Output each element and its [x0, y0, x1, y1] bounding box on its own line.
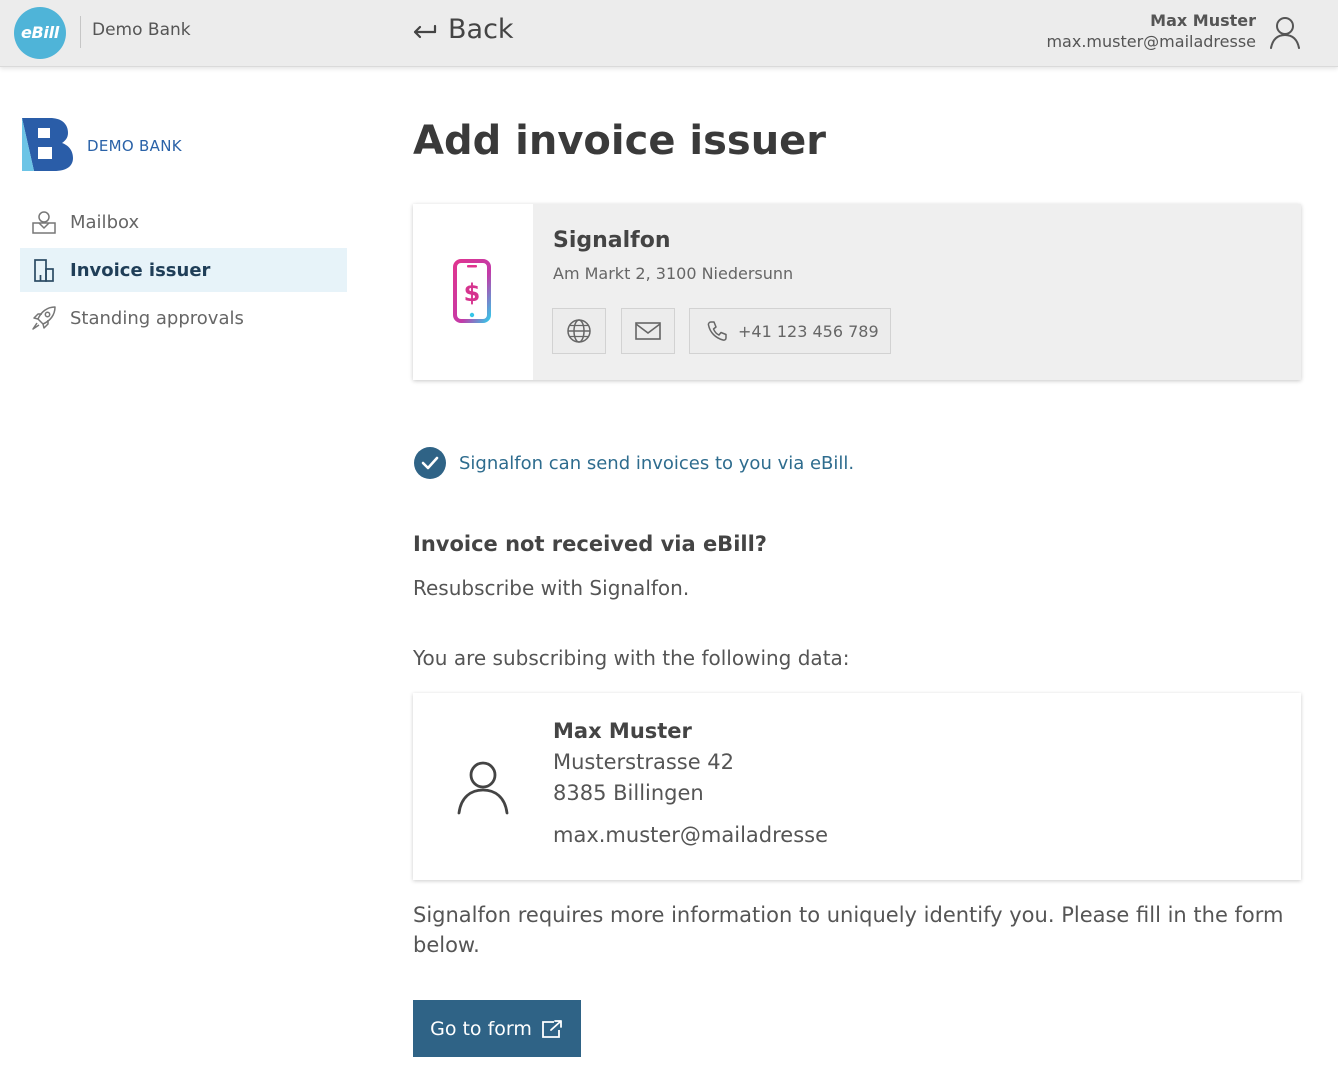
sidebar-item-invoice-issuer[interactable]: Invoice issuer [20, 248, 347, 292]
building-icon [30, 256, 58, 284]
top-bar: eBill Demo Bank Back Max Muster max.must… [0, 0, 1338, 67]
ebill-confirmation: Signalfon can send invoices to you via e… [413, 446, 854, 480]
sidebar-item-label: Mailbox [70, 211, 140, 233]
page-title: Add invoice issuer [413, 118, 827, 164]
section-heading: Invoice not received via eBill? [413, 532, 767, 556]
globe-icon [567, 319, 591, 343]
header-bank-name: Demo Bank [92, 20, 191, 40]
phone-icon [707, 321, 727, 341]
sidebar-item-label: Invoice issuer [70, 259, 211, 281]
subscriber-email: max.muster@mailadresse [553, 823, 829, 847]
sidebar-nav: Mailbox Invoice issuer Standing approval… [20, 200, 347, 344]
subscriber-street: Musterstrasse 42 [553, 750, 735, 774]
sidebar-item-standing-approvals[interactable]: Standing approvals [20, 296, 347, 340]
demo-bank-logo [20, 116, 76, 176]
issuer-name: Signalfon [553, 228, 671, 253]
button-label: Go to form [430, 1017, 532, 1040]
back-label: Back [448, 14, 514, 45]
rocket-icon [30, 304, 58, 332]
sidebar-item-mailbox[interactable]: Mailbox [20, 200, 347, 244]
issuer-logo: $ [413, 204, 533, 380]
issuer-address: Am Markt 2, 3100 Niedersunn [553, 264, 794, 283]
mailbox-icon [30, 208, 58, 236]
header-user-name: Max Muster [1150, 11, 1256, 30]
back-button[interactable]: Back [410, 14, 514, 45]
svg-text:$: $ [464, 279, 481, 307]
confirmation-text: Signalfon can send invoices to you via e… [459, 452, 855, 474]
demo-bank-logo-text: DEMO BANK [87, 137, 182, 155]
user-icon[interactable] [1266, 14, 1304, 56]
issuer-website-button[interactable] [552, 308, 606, 354]
issuer-phone: +41 123 456 789 [738, 321, 879, 341]
header-user-email: max.muster@mailadresse [1046, 32, 1256, 51]
user-icon [453, 757, 513, 821]
envelope-icon [635, 322, 661, 340]
subscriber-city: 8385 Billingen [553, 781, 704, 805]
checkmark-circle-icon [414, 447, 446, 479]
go-to-form-button[interactable]: Go to form [413, 1000, 581, 1057]
phone-dollar-icon: $ [453, 259, 491, 323]
issuer-email-button[interactable] [621, 308, 675, 354]
header-divider [80, 16, 81, 48]
info-text: Signalfon requires more information to u… [413, 903, 1284, 957]
subscribing-label: You are subscribing with the following d… [413, 646, 850, 670]
subscriber-data-card: Max Muster Musterstrasse 42 8385 Billing… [413, 693, 1301, 880]
subscriber-name: Max Muster [553, 719, 692, 743]
ebill-logo[interactable]: eBill [14, 7, 66, 59]
external-link-icon [542, 1019, 562, 1038]
resubscribe-text: Resubscribe with Signalfon. [413, 576, 690, 600]
issuer-phone-button[interactable]: +41 123 456 789 [689, 308, 891, 354]
sidebar-item-label: Standing approvals [70, 307, 244, 329]
issuer-card: $ Signalfon Am Markt 2, 3100 Niedersunn … [413, 204, 1301, 380]
user-info[interactable]: Max Muster max.muster@mailadresse [1046, 10, 1256, 53]
back-arrow-icon [413, 24, 437, 38]
